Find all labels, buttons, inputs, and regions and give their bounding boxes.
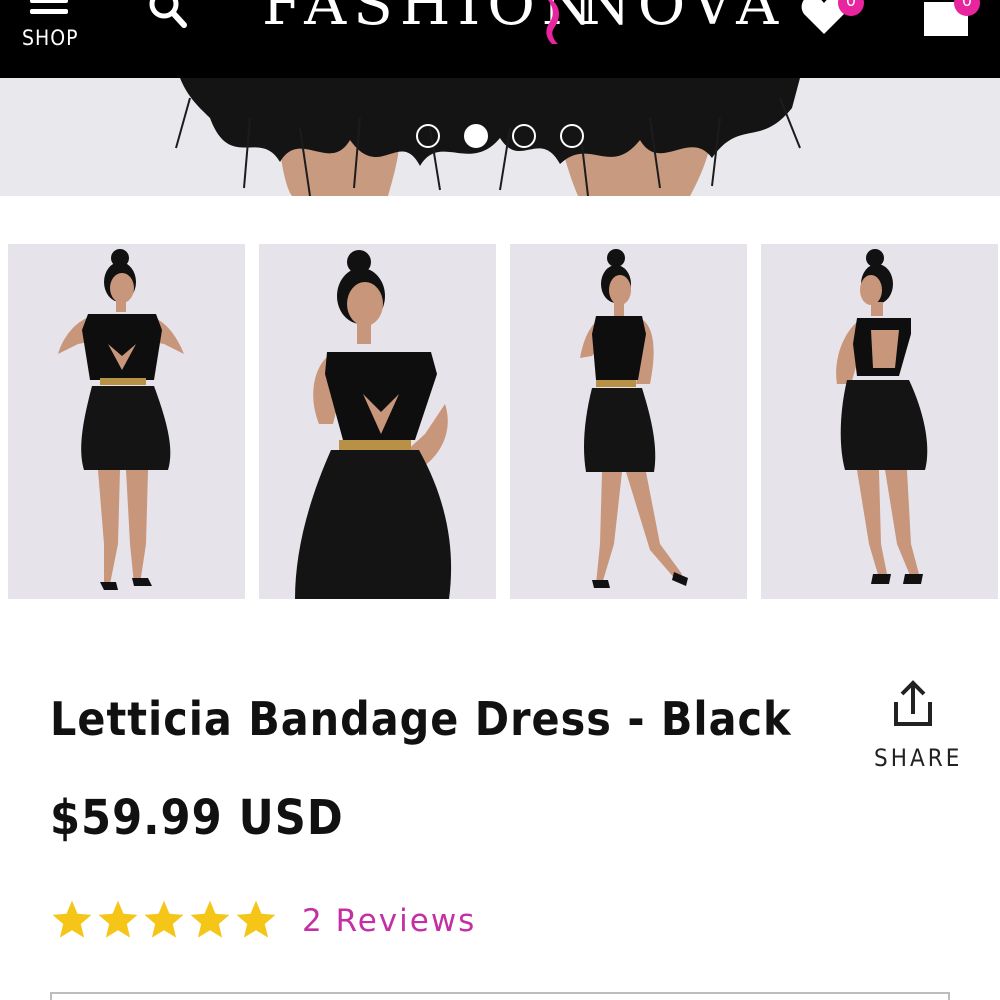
thumbnail-image-front — [8, 244, 245, 599]
carousel-dot-3[interactable] — [512, 124, 536, 148]
thumbnail-strip — [8, 244, 1000, 600]
search-icon — [149, 0, 187, 28]
product-price: $59.99 USD — [50, 790, 344, 846]
carousel-dot-1[interactable] — [416, 124, 440, 148]
carousel-dot-2[interactable] — [464, 124, 488, 148]
thumbnail-image-side — [510, 244, 747, 599]
shop-menu-label: SHOP — [22, 26, 79, 50]
share-label: SHARE — [874, 744, 963, 772]
search-button[interactable] — [140, 0, 196, 36]
thumbnail-1[interactable] — [8, 244, 245, 599]
cart-button[interactable]: 0 — [920, 0, 995, 40]
top-header: SHOP FASHION NOVA 0 0 — [0, 0, 1000, 78]
product-title: Letticia Bandage Dress - Black — [50, 692, 792, 746]
logo-text-right: NOVA — [580, 0, 786, 38]
star-icon — [144, 900, 184, 938]
thumbnail-2[interactable] — [259, 244, 496, 599]
carousel-dot-4[interactable] — [560, 124, 584, 148]
carousel-pagination — [416, 124, 596, 148]
size-selector-box[interactable] — [50, 992, 950, 1000]
thumbnail-image-close — [259, 244, 496, 599]
star-icon — [236, 900, 276, 938]
thumbnail-image-back — [761, 244, 998, 599]
star-icon — [98, 900, 138, 938]
wishlist-button[interactable]: 0 — [800, 0, 870, 40]
share-button[interactable]: SHARE — [868, 680, 959, 776]
share-icon — [894, 680, 932, 726]
star-icon — [52, 900, 92, 938]
star-rating — [50, 898, 290, 944]
logo-mark-icon — [546, 0, 559, 44]
thumbnail-4[interactable] — [761, 244, 998, 599]
hamburger-icon — [30, 0, 68, 20]
star-icon — [190, 900, 230, 938]
reviews-link[interactable]: 2 Reviews — [302, 903, 476, 939]
shop-menu-button[interactable]: SHOP — [14, 0, 86, 60]
thumbnail-3[interactable] — [510, 244, 747, 599]
